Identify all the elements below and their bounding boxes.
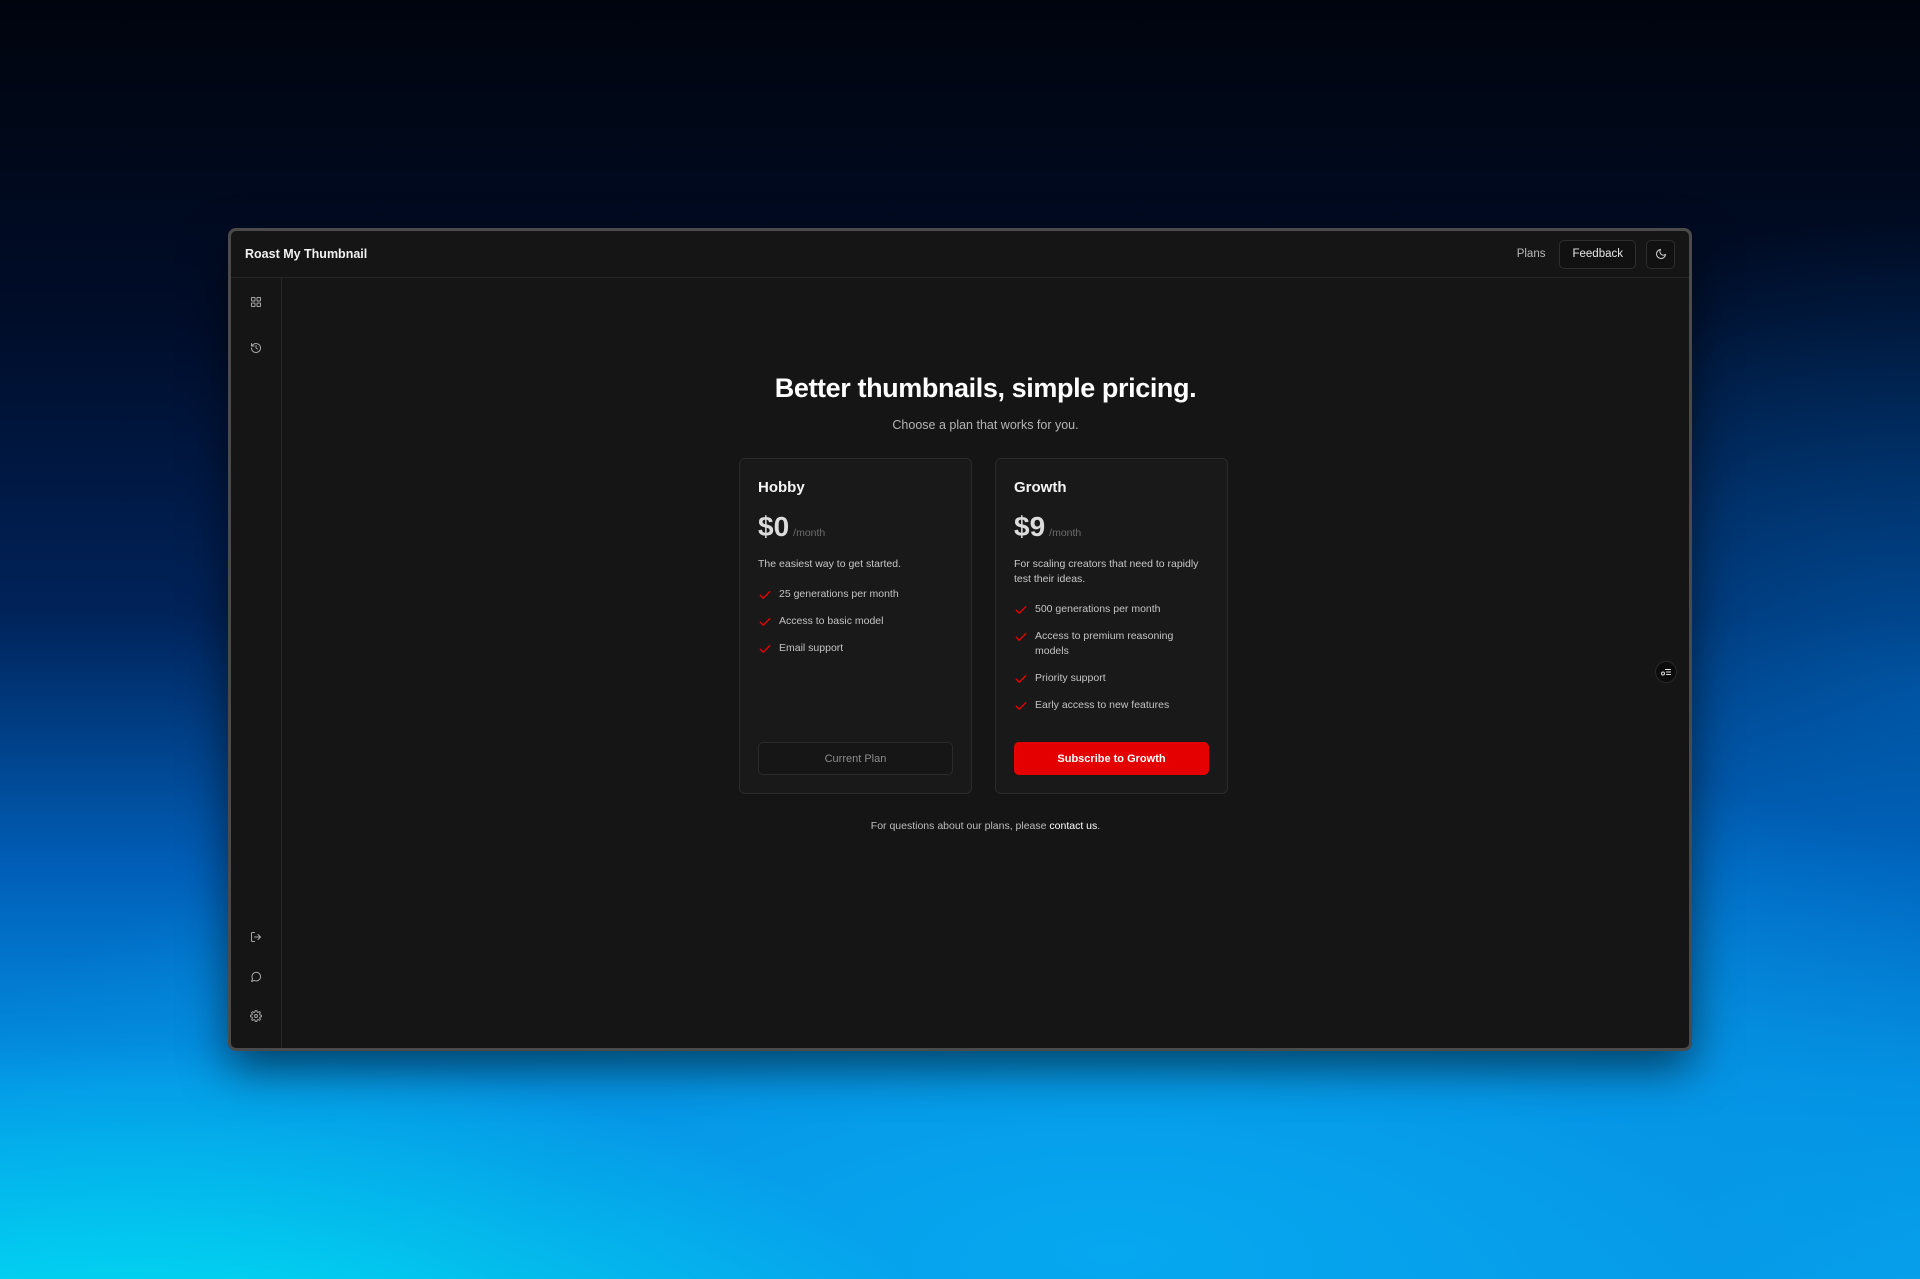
subscribe-growth-button[interactable]: Subscribe to Growth [1014,742,1209,775]
footer-text: For questions about our plans, please [870,820,1050,832]
sidebar-item-history[interactable] [244,336,268,360]
plan-name: Growth [1014,479,1067,496]
plan-features: 25 generations per month Access to basic… [758,587,953,656]
sidebar-item-settings[interactable] [244,1004,268,1028]
plan-period: /month [1049,527,1082,539]
feature-item: 25 generations per month [758,587,953,602]
plan-description: For scaling creators that need to rapidl… [1014,558,1199,585]
gear-icon [250,1010,262,1022]
feature-text: Early access to new features [1035,699,1170,711]
page-subtitle: Choose a plan that works for you. [892,418,1079,432]
floating-widget-button[interactable] [1655,661,1677,683]
logout-icon [251,932,261,942]
plan-features: 500 generations per month Access to prem… [1014,602,1209,713]
check-icon [759,618,771,626]
check-icon [759,591,771,599]
moon-icon [1655,249,1666,259]
feature-item: Priority support [1014,671,1209,686]
check-icon [1015,702,1027,710]
plan-price: $0 [758,511,790,542]
page-title: Better thumbnails, simple pricing. [774,373,1197,403]
footer-suffix: . [1097,820,1101,832]
feature-item: Early access to new features [1014,698,1209,713]
feature-item: Email support [758,641,953,656]
plan-description: The easiest way to get started. [758,558,901,570]
check-icon [1015,675,1027,683]
feedback-button[interactable]: Feedback [1559,239,1636,269]
feature-text: Priority support [1035,672,1106,684]
sidebar-item-logout[interactable] [244,925,268,949]
app-title[interactable]: Roast My Thumbnail [245,247,367,261]
plan-card-hobby: Hobby $0 /month The easiest way to get s… [739,458,972,794]
sidebar-item-dashboard[interactable] [244,290,268,314]
feature-text: Email support [779,642,844,654]
check-icon [1015,633,1027,641]
message-icon [251,971,262,982]
top-bar: Roast My Thumbnail Plans Feedback [231,231,1689,278]
plan-price: $9 [1014,511,1046,542]
check-icon [1015,606,1027,614]
plan-card-growth: Growth $9 /month For scaling creators th… [995,458,1228,794]
history-icon [251,343,261,353]
feature-text: Access to premium reasoning models [1035,630,1174,657]
sidebar [231,278,282,1048]
app-window: Roast My Thumbnail Plans Feedback Better… [228,228,1692,1051]
feature-item: Access to premium reasoning models [1014,629,1209,659]
feature-item: 500 generations per month [1014,602,1209,617]
pricing-footer-note: For questions about our plans, please co… [282,820,1689,832]
top-bar-actions: Plans Feedback [1513,239,1675,269]
feature-text: 25 generations per month [779,588,899,600]
feature-item: Access to basic model [758,614,953,629]
plan-period: /month [793,527,826,539]
main-content: Better thumbnails, simple pricing. Choos… [282,278,1689,1048]
contact-us-link[interactable]: contact us [1049,820,1097,832]
plan-name: Hobby [758,479,805,496]
check-icon [759,645,771,653]
feature-text: 500 generations per month [1035,603,1161,615]
grid-icon [251,297,261,307]
plan-price-row: $9 /month [1014,511,1209,543]
settings-list-icon [1661,669,1671,676]
feature-text: Access to basic model [779,615,884,627]
current-plan-button[interactable]: Current Plan [758,742,953,775]
sidebar-item-messages[interactable] [244,965,268,989]
theme-toggle-button[interactable] [1646,239,1675,269]
plans-link[interactable]: Plans [1513,248,1550,260]
plan-price-row: $0 /month [758,511,953,543]
